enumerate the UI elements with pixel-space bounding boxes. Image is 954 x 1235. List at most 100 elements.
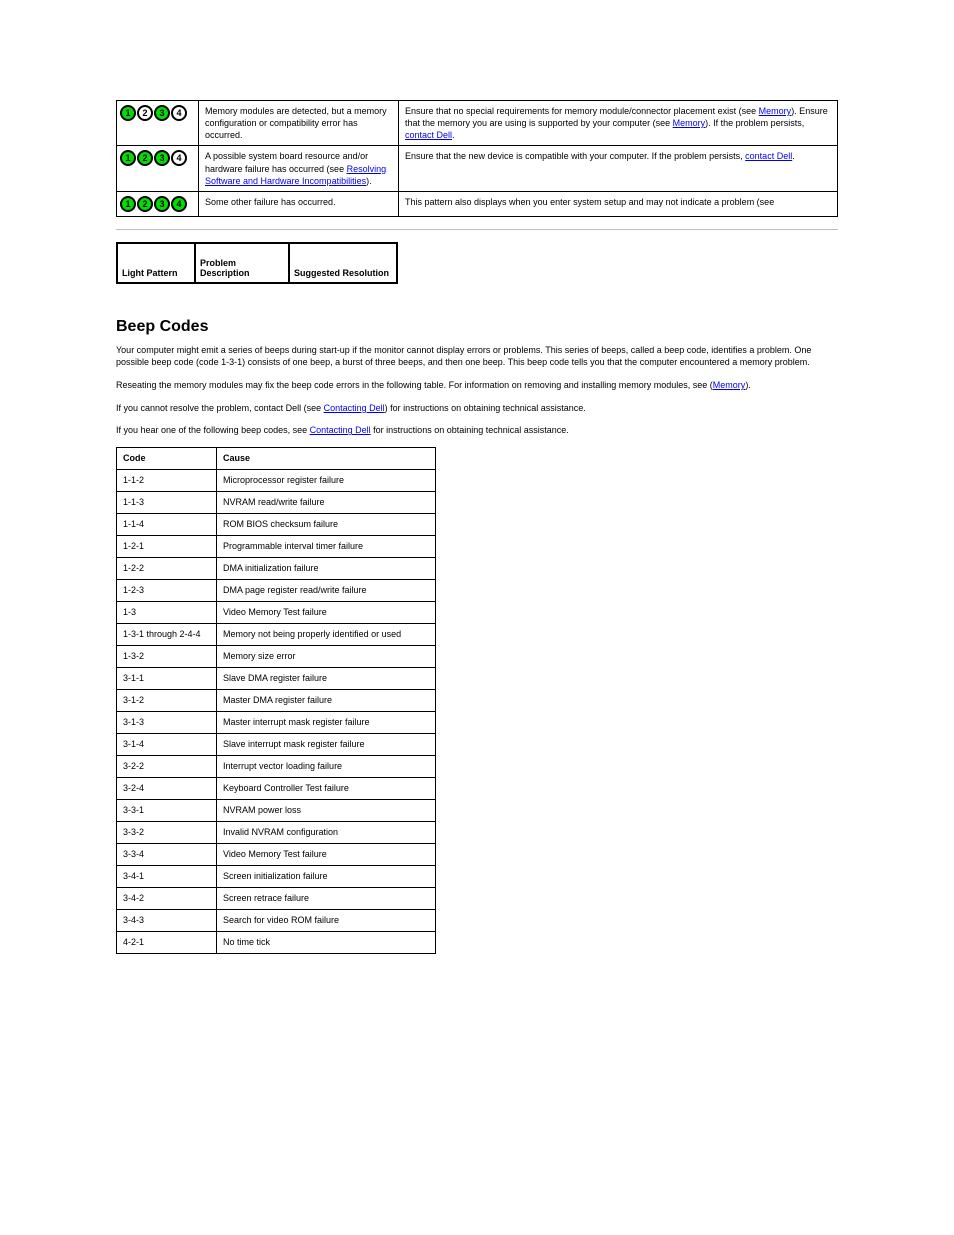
table-row: 1-1-4ROM BIOS checksum failure	[117, 513, 436, 535]
link-contacting-dell[interactable]: Contacting Dell	[324, 403, 385, 413]
diag-cell-leds: 1234	[117, 146, 199, 191]
col-header-problem: Problem Description	[195, 243, 289, 283]
beep-code-cell: 3-1-4	[117, 733, 217, 755]
beep-cause-cell: Memory size error	[217, 645, 436, 667]
beep-cause-cell: Video Memory Test failure	[217, 601, 436, 623]
beep-code-cell: 1-1-3	[117, 491, 217, 513]
beep-paragraph-2: Reseating the memory modules may fix the…	[116, 379, 838, 392]
table-row: 3-4-3Search for video ROM failure	[117, 909, 436, 931]
table-row: 1-1-3NVRAM read/write failure	[117, 491, 436, 513]
beep-code-cell: 3-2-2	[117, 755, 217, 777]
led-on-icon: 1	[120, 196, 136, 212]
beep-cause-cell: Master interrupt mask register failure	[217, 711, 436, 733]
beep-codes-table: Code Cause 1-1-2Microprocessor register …	[116, 447, 436, 954]
led-on-icon: 3	[154, 196, 170, 212]
inline-link[interactable]: contact Dell	[745, 151, 792, 161]
beep-code-cell: 1-3	[117, 601, 217, 623]
table-row: 3-1-1Slave DMA register failure	[117, 667, 436, 689]
table-row: 3-3-1NVRAM power loss	[117, 799, 436, 821]
beep-cause-cell: Invalid NVRAM configuration	[217, 821, 436, 843]
inline-link[interactable]: Memory	[713, 380, 746, 390]
beep-code-cell: 1-2-2	[117, 557, 217, 579]
table-row: 3-4-2Screen retrace failure	[117, 887, 436, 909]
beep-code-cell: 1-2-1	[117, 535, 217, 557]
beep-cause-cell: Video Memory Test failure	[217, 843, 436, 865]
beep-code-cell: 4-2-1	[117, 931, 217, 953]
table-row: 3-3-4Video Memory Test failure	[117, 843, 436, 865]
beep-cause-cell: Master DMA register failure	[217, 689, 436, 711]
inline-link[interactable]: contact Dell	[405, 130, 452, 140]
beep-col-header-cause: Cause	[217, 447, 436, 469]
led-on-icon: 1	[120, 150, 136, 166]
beep-cause-cell: NVRAM read/write failure	[217, 491, 436, 513]
beep-cause-cell: Keyboard Controller Test failure	[217, 777, 436, 799]
beep-cause-cell: Microprocessor register failure	[217, 469, 436, 491]
table-row: 3-1-2Master DMA register failure	[117, 689, 436, 711]
led-on-icon: 1	[120, 105, 136, 121]
led-off-icon: 4	[171, 105, 187, 121]
table-row: 3-2-2Interrupt vector loading failure	[117, 755, 436, 777]
beep-col-header-code: Code	[117, 447, 217, 469]
beep-code-cell: 1-3-2	[117, 645, 217, 667]
inline-link[interactable]: Memory	[759, 106, 792, 116]
beep-cause-cell: DMA initialization failure	[217, 557, 436, 579]
beep-cause-cell: NVRAM power loss	[217, 799, 436, 821]
beep-cause-cell: ROM BIOS checksum failure	[217, 513, 436, 535]
led-off-icon: 2	[137, 105, 153, 121]
beep-cause-cell: Slave DMA register failure	[217, 667, 436, 689]
table-row: 4-2-1No time tick	[117, 931, 436, 953]
diag-cell-leds: 1234	[117, 191, 199, 216]
beep-code-cell: 1-1-2	[117, 469, 217, 491]
table-row: 1-3-2Memory size error	[117, 645, 436, 667]
col-header-resolution: Suggested Resolution	[289, 243, 397, 283]
beep-cause-cell: Interrupt vector loading failure	[217, 755, 436, 777]
light-pattern-header-table: Light Pattern Problem Description Sugges…	[116, 242, 398, 284]
diagnostic-lights-table: 1234Memory modules are detected, but a m…	[116, 100, 838, 217]
table-row: 3-2-4Keyboard Controller Test failure	[117, 777, 436, 799]
beep-cause-cell: No time tick	[217, 931, 436, 953]
table-row: 3-3-2Invalid NVRAM configuration	[117, 821, 436, 843]
diag-cell-fix: This pattern also displays when you ente…	[399, 191, 838, 216]
table-row: 1-2-3DMA page register read/write failur…	[117, 579, 436, 601]
beep-cause-cell: Screen initialization failure	[217, 865, 436, 887]
inline-link[interactable]: Resolving Software and Hardware Incompat…	[205, 164, 386, 186]
section-divider	[116, 229, 838, 230]
beep-code-cell: 3-4-1	[117, 865, 217, 887]
table-row: 3-1-3Master interrupt mask register fail…	[117, 711, 436, 733]
beep-code-cell: 1-1-4	[117, 513, 217, 535]
table-row: 3-1-4Slave interrupt mask register failu…	[117, 733, 436, 755]
led-pattern: 1234	[120, 196, 195, 212]
beep-cause-cell: DMA page register read/write failure	[217, 579, 436, 601]
beep-code-cell: 1-3-1 through 2-4-4	[117, 623, 217, 645]
beep-cause-cell: Search for video ROM failure	[217, 909, 436, 931]
beep-cause-cell: Programmable interval timer failure	[217, 535, 436, 557]
diag-cell-desc: Memory modules are detected, but a memor…	[199, 101, 399, 146]
beep-code-cell: 3-4-3	[117, 909, 217, 931]
beep-cause-cell: Screen retrace failure	[217, 887, 436, 909]
link-contacting-dell[interactable]: Contacting Dell	[310, 425, 371, 435]
led-on-icon: 3	[154, 105, 170, 121]
beep-paragraph-3: If you cannot resolve the problem, conta…	[116, 402, 838, 415]
led-pattern: 1234	[120, 105, 195, 121]
diag-cell-desc: Some other failure has occurred.	[199, 191, 399, 216]
diag-cell-leds: 1234	[117, 101, 199, 146]
beep-paragraph-4: If you hear one of the following beep co…	[116, 424, 838, 437]
diag-cell-desc: A possible system board resource and/or …	[199, 146, 399, 191]
beep-code-cell: 1-2-3	[117, 579, 217, 601]
led-on-icon: 2	[137, 150, 153, 166]
beep-code-cell: 3-1-1	[117, 667, 217, 689]
diag-cell-fix: Ensure that the new device is compatible…	[399, 146, 838, 191]
inline-link[interactable]: Memory	[673, 118, 706, 128]
table-row: 1-3-1 through 2-4-4Memory not being prop…	[117, 623, 436, 645]
section-title-beep-codes: Beep Codes	[116, 318, 838, 336]
beep-code-cell: 3-4-2	[117, 887, 217, 909]
beep-code-cell: 3-3-4	[117, 843, 217, 865]
beep-paragraph-1: Your computer might emit a series of bee…	[116, 344, 838, 369]
table-row: 3-4-1Screen initialization failure	[117, 865, 436, 887]
diag-cell-fix: Ensure that no special requirements for …	[399, 101, 838, 146]
led-on-icon: 2	[137, 196, 153, 212]
led-off-icon: 4	[171, 150, 187, 166]
beep-cause-cell: Memory not being properly identified or …	[217, 623, 436, 645]
table-row: 1-2-2DMA initialization failure	[117, 557, 436, 579]
table-row: 1-1-2Microprocessor register failure	[117, 469, 436, 491]
